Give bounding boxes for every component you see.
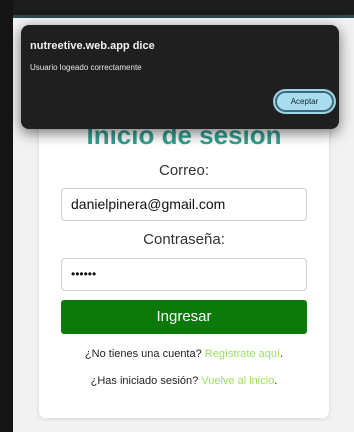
alert-origin: nutreetive.web.app dice	[30, 40, 155, 52]
login-card: Inicio de sesión Correo: danielpinera@gm…	[39, 110, 329, 418]
register-prompt: ¿No tienes una cuenta?	[84, 348, 202, 360]
home-suffix: .	[274, 375, 278, 387]
signed-in-prompt: ¿Has iniciado sesión?	[90, 375, 199, 387]
home-line: ¿Has iniciado sesión? Vuelve al inicio.	[39, 375, 329, 387]
register-suffix: .	[280, 348, 284, 360]
email-field[interactable]: danielpinera@gmail.com	[61, 188, 307, 221]
email-label: Correo:	[158, 162, 210, 179]
password-field[interactable]: ••••••	[61, 258, 307, 291]
register-line: ¿No tienes una cuenta? Regístrate aquí.	[39, 348, 329, 360]
alert-message: Usuario logeado correctamente	[30, 63, 142, 72]
register-link[interactable]: Regístrate aquí	[205, 348, 280, 360]
accept-button[interactable]: Aceptar	[275, 91, 334, 112]
window-left-edge	[0, 0, 13, 432]
login-button[interactable]: Ingresar	[61, 300, 307, 334]
password-label: Contraseña:	[143, 231, 225, 248]
alert-dialog: nutreetive.web.app dice Usuario logeado …	[21, 25, 339, 129]
home-link[interactable]: Vuelve al inicio	[201, 375, 274, 387]
